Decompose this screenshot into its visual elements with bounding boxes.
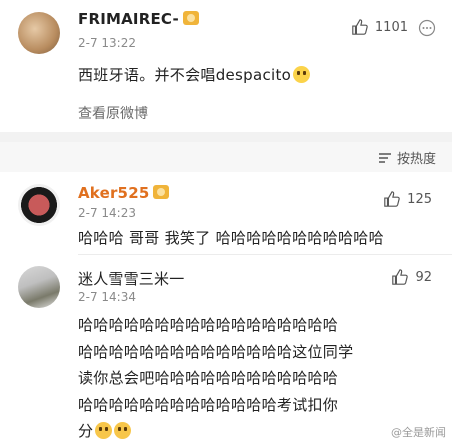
username-text[interactable]: Aker525 [78, 184, 149, 202]
comment-text-line: 哈哈哈哈哈哈哈哈哈哈哈哈哈哈这位同学 [78, 342, 354, 361]
comment-text-line-last: 分 [78, 418, 353, 444]
sort-label: 按热度 [396, 152, 436, 167]
sort-bar: 按热度 [0, 142, 452, 172]
comment-text-content: 西班牙语。并不会唱despacito [78, 66, 292, 84]
emoji-icon [293, 66, 311, 83]
like-count: 92 [415, 269, 432, 285]
thumbs-up-icon [392, 269, 409, 285]
comment-text-line: 分 [78, 422, 94, 440]
vip-badge-icon [182, 11, 199, 25]
vip-badge-icon [153, 185, 170, 199]
more-icon [418, 19, 436, 37]
divider [0, 132, 452, 142]
comment-text-line: 读你总会吧哈哈哈哈哈哈哈哈哈哈哈哈 [78, 369, 339, 387]
avatar[interactable] [18, 266, 60, 308]
sort-icon [378, 152, 391, 163]
comment-time: 2-7 14:23 [78, 206, 136, 220]
sort-button[interactable]: 按热度 [378, 148, 436, 167]
avatar[interactable] [18, 184, 60, 226]
thumbs-up-icon [384, 191, 400, 207]
comment-text: 西班牙语。并不会唱despacito [78, 62, 311, 89]
like-button[interactable]: 1101 [351, 18, 408, 36]
comment-text-line: 哈哈哈哈哈哈哈哈哈哈哈哈哈哈哈哈哈 [78, 316, 339, 334]
username-text[interactable]: 迷人雪雪三米一 [78, 270, 184, 288]
comment-text-line: 哈哈哈哈哈哈哈哈哈哈哈哈哈考试扣你 [78, 395, 339, 414]
comment-time: 2-7 14:34 [78, 290, 136, 304]
like-button[interactable]: 125 [383, 190, 432, 208]
comment-text: 哈哈哈哈哈哈哈哈哈哈哈哈哈哈哈哈哈 哈哈哈哈哈哈哈哈哈哈哈哈哈哈这位同学 读你总… [78, 312, 353, 444]
comment-time: 2-7 13:22 [78, 36, 136, 50]
username[interactable]: FRIMAIREC- [78, 10, 199, 28]
watermark: @全是新闻 [391, 426, 446, 439]
thumbs-up-icon [352, 19, 368, 35]
username[interactable]: 迷人雪雪三米一 [78, 268, 184, 289]
emoji-icon [114, 422, 132, 439]
avatar[interactable] [18, 12, 60, 54]
emoji-icon [95, 422, 113, 439]
username-text[interactable]: FRIMAIREC- [78, 10, 179, 28]
divider [78, 254, 452, 255]
more-button[interactable] [418, 19, 436, 41]
like-count: 1101 [374, 19, 408, 35]
like-button[interactable]: 92 [391, 268, 432, 286]
view-original-link[interactable]: 查看原微博 [78, 103, 148, 123]
comment-text: 哈哈哈 哥哥 我笑了 哈哈哈哈哈哈哈哈哈哈哈 [78, 229, 384, 247]
like-count: 125 [407, 191, 432, 207]
username[interactable]: Aker525 [78, 184, 170, 202]
